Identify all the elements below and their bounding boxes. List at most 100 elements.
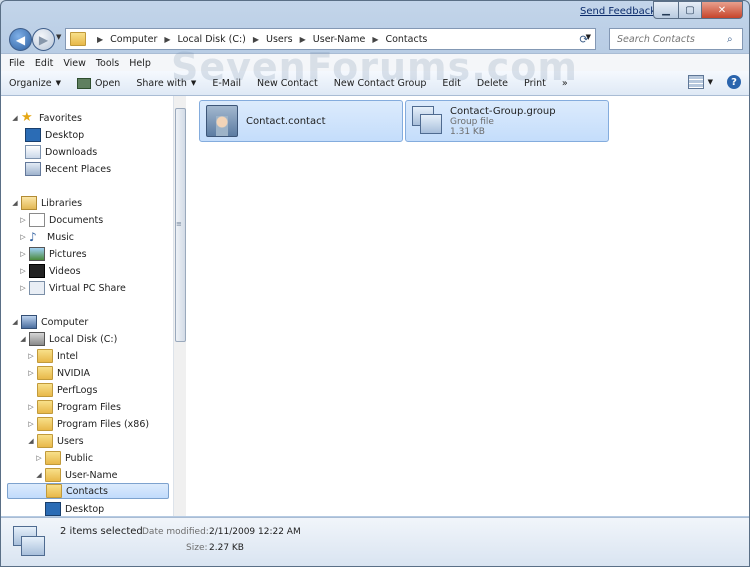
- music-icon: ♪: [29, 230, 37, 244]
- change-view-icon[interactable]: [687, 75, 704, 89]
- chevron-down-icon: ▼: [190, 79, 197, 87]
- nav-label: Contacts: [66, 485, 108, 497]
- nav-label: PerfLogs: [57, 384, 98, 396]
- downloads-icon: [25, 145, 41, 159]
- expand-icon[interactable]: ▷: [19, 267, 27, 275]
- refresh-icon[interactable]: ⟳: [574, 29, 594, 49]
- breadcrumb-computer[interactable]: Computer ▶: [108, 34, 175, 45]
- maximize-button[interactable]: ▢: [679, 1, 702, 19]
- nav-contacts[interactable]: Contacts: [7, 483, 169, 499]
- expand-icon[interactable]: ◢: [35, 471, 43, 479]
- nav-libraries[interactable]: ◢ Libraries: [11, 195, 82, 211]
- expand-icon[interactable]: ▷: [19, 233, 27, 241]
- breadcrumb-local-disk[interactable]: Local Disk (C:) ▶: [176, 34, 264, 45]
- nav-label: Program Files: [57, 401, 121, 413]
- videos-icon: [29, 264, 45, 278]
- contact-icon: [206, 105, 238, 137]
- caption-buttons: ▁ ▢ ✕: [653, 1, 743, 19]
- breadcrumb-users[interactable]: Users ▶: [264, 34, 311, 45]
- delete-button[interactable]: Delete: [469, 78, 516, 89]
- expand-icon[interactable]: ▷: [19, 284, 27, 292]
- menu-help[interactable]: Help: [129, 58, 151, 69]
- minimize-button[interactable]: ▁: [653, 1, 679, 19]
- back-button[interactable]: ◀: [9, 28, 32, 51]
- breadcrumb-user-name[interactable]: User-Name ▶: [311, 34, 384, 45]
- nav-desktop[interactable]: Desktop: [23, 127, 84, 143]
- address-row: ◀ ▶ ▼ ▶ Computer ▶ Local Disk (C:) ▶ Users…: [1, 25, 749, 53]
- nav-nvidia[interactable]: ▷ NVIDIA: [27, 365, 90, 381]
- menu-file[interactable]: File: [9, 58, 25, 69]
- help-icon[interactable]: ?: [727, 75, 741, 89]
- file-type: Group file: [450, 116, 494, 127]
- nav-label: Computer: [41, 316, 89, 328]
- nav-videos[interactable]: ▷ Videos: [19, 263, 81, 279]
- recent-pages-dropdown-icon[interactable]: ▼: [56, 33, 61, 41]
- expand-icon[interactable]: ▷: [27, 420, 35, 428]
- nav-public[interactable]: ▷ Public: [35, 450, 93, 466]
- nav-label: Local Disk (C:): [49, 333, 118, 345]
- expand-icon[interactable]: ◢: [19, 335, 27, 343]
- email-button[interactable]: E-Mail: [204, 78, 249, 89]
- folder-icon: [37, 366, 53, 380]
- nav-virtual-pc-share[interactable]: ▷ Virtual PC Share: [19, 280, 126, 296]
- close-button[interactable]: ✕: [702, 1, 743, 19]
- edit-button[interactable]: Edit: [434, 78, 468, 89]
- file-tile-contact[interactable]: Contact.contact: [199, 100, 403, 142]
- organize-button[interactable]: Organize ▼: [1, 78, 69, 89]
- share-with-button[interactable]: Share with ▼: [128, 78, 204, 89]
- nav-label: Public: [65, 452, 94, 464]
- chevron-down-icon: ▼: [55, 79, 61, 87]
- file-tile-group[interactable]: Contact-Group.group Group file 1.31 KB: [405, 100, 609, 142]
- breadcrumb-contacts[interactable]: Contacts: [383, 34, 429, 45]
- search-box[interactable]: ⌕: [609, 28, 743, 50]
- open-button[interactable]: Open: [69, 77, 128, 89]
- expand-icon[interactable]: ◢: [27, 437, 35, 445]
- search-icon[interactable]: ⌕: [727, 34, 733, 45]
- expand-icon[interactable]: ▷: [19, 250, 27, 258]
- folder-icon: [45, 468, 61, 482]
- expand-icon[interactable]: ▷: [35, 454, 43, 462]
- print-button[interactable]: Print: [516, 78, 554, 89]
- menu-edit[interactable]: Edit: [35, 58, 53, 69]
- nav-computer[interactable]: ◢ Computer: [11, 314, 88, 330]
- nav-program-files[interactable]: ▷ Program Files: [27, 399, 121, 415]
- expand-icon[interactable]: ◢: [11, 114, 19, 122]
- expand-icon[interactable]: ◢: [11, 199, 19, 207]
- view-dropdown-icon[interactable]: ▼: [708, 78, 713, 86]
- expand-icon[interactable]: ▷: [27, 369, 35, 377]
- new-contact-button[interactable]: New Contact: [249, 78, 326, 89]
- nav-intel[interactable]: ▷ Intel: [27, 348, 78, 364]
- command-bar: Organize ▼ Open Share with ▼ E-Mail New Co…: [1, 71, 749, 96]
- nav-user-name[interactable]: ◢ User-Name: [35, 467, 118, 483]
- nav-label: Users: [57, 435, 84, 447]
- nav-documents[interactable]: ▷ Documents: [19, 212, 103, 228]
- expand-icon[interactable]: ▷: [27, 352, 35, 360]
- nav-downloads[interactable]: Downloads: [23, 144, 97, 160]
- nav-pictures[interactable]: ▷ Pictures: [19, 246, 87, 262]
- nav-user-desktop[interactable]: Desktop: [43, 501, 104, 516]
- title-bar: Send Feedback ▁ ▢ ✕: [1, 1, 749, 23]
- menu-tools[interactable]: Tools: [96, 58, 119, 69]
- nav-program-files-x86[interactable]: ▷ Program Files (x86): [27, 416, 149, 432]
- menu-view[interactable]: View: [63, 58, 86, 69]
- nav-scrollbar[interactable]: ≡: [173, 96, 186, 516]
- view-controls: ▼ ?: [687, 75, 741, 89]
- address-bar[interactable]: ▶ Computer ▶ Local Disk (C:) ▶ Users ▶ User…: [65, 28, 596, 50]
- expand-icon[interactable]: ▷: [19, 216, 27, 224]
- nav-favorites[interactable]: ◢ ★ Favorites: [11, 110, 82, 126]
- forward-button[interactable]: ▶: [32, 28, 55, 51]
- new-contact-group-button[interactable]: New Contact Group: [326, 78, 435, 89]
- expand-icon[interactable]: ◢: [11, 318, 19, 326]
- nav-recent-places[interactable]: Recent Places: [23, 161, 111, 177]
- nav-label: Music: [47, 231, 75, 243]
- recent-places-icon: [25, 162, 41, 176]
- nav-music[interactable]: ▷ ♪ Music: [19, 229, 74, 245]
- nav-perflogs[interactable]: PerfLogs: [27, 382, 97, 398]
- expand-icon[interactable]: ▷: [27, 403, 35, 411]
- more-commands-button[interactable]: »: [554, 78, 576, 89]
- breadcrumb-chevron-icon[interactable]: ▶: [92, 35, 108, 44]
- search-input[interactable]: [615, 32, 727, 46]
- send-feedback-link[interactable]: Send Feedback: [580, 6, 656, 17]
- nav-local-disk[interactable]: ◢ Local Disk (C:): [19, 331, 117, 347]
- nav-users[interactable]: ◢ Users: [27, 433, 84, 449]
